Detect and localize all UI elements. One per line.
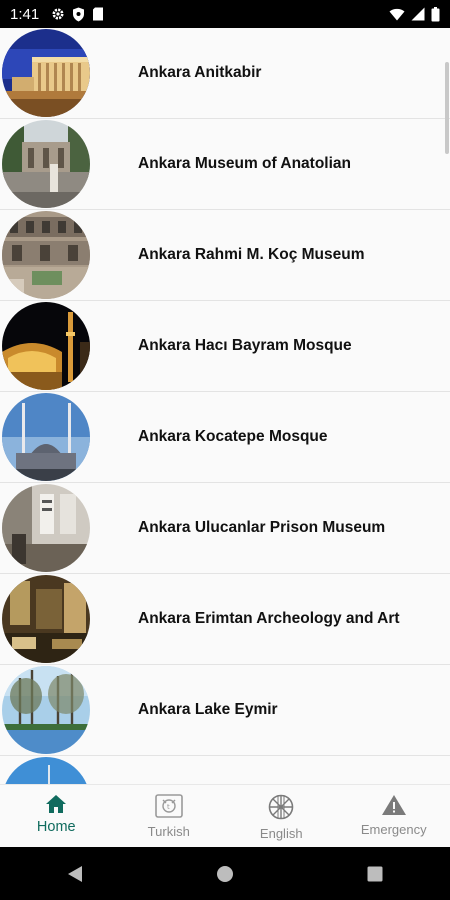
back-icon [68, 865, 82, 882]
warning-icon [381, 794, 407, 816]
partial-next-photo [2, 757, 90, 784]
erimtan-museum-photo [2, 575, 90, 663]
turkish-translate-icon: t [154, 794, 183, 818]
uk-flag-icon [268, 794, 294, 820]
recents-button[interactable] [345, 866, 405, 882]
list-item[interactable]: Ankara Museum of Anatolian [0, 119, 450, 210]
bottom-navigation: Home t Turkish English Emergency [0, 784, 450, 848]
place-title: Ankara Lake Eymir [138, 701, 278, 718]
nav-label: Home [36, 819, 76, 835]
place-title: Ankara Ulucanlar Prison Museum [138, 519, 386, 536]
list-item[interactable]: Ankara Ulucanlar Prison Museum [0, 483, 450, 574]
list-item[interactable]: Ankara Anitkabir [0, 28, 450, 119]
place-title: Ankara Kocatepe Mosque [138, 428, 328, 445]
sd-card-icon [92, 7, 104, 21]
nav-home[interactable]: Home [0, 785, 113, 848]
gear-icon [51, 7, 65, 21]
status-bar: 1:41 [0, 0, 450, 28]
anitkabir-photo [2, 29, 90, 117]
nav-label: English [259, 826, 303, 841]
places-list[interactable]: Ankara Anitkabir Ankara Museum of Anatol… [0, 28, 450, 784]
nav-emergency[interactable]: Emergency [338, 785, 450, 848]
list-item[interactable]: Ankara Kocatepe Mosque [0, 392, 450, 483]
home-icon [45, 794, 67, 814]
museum-anatolian-photo [2, 120, 90, 208]
place-title: Ankara Museum of Anatolian [138, 155, 352, 172]
home-button[interactable] [195, 865, 255, 883]
place-title: Ankara Rahmi M. Koç Museum [138, 246, 365, 263]
nav-label: Turkish [147, 824, 190, 839]
list-item[interactable] [0, 756, 450, 784]
back-button[interactable] [45, 865, 105, 883]
place-title: Ankara Erimtan Archeology and Art [138, 610, 400, 627]
wifi-icon [389, 8, 405, 21]
place-title: Ankara Anitkabir [138, 64, 262, 81]
nav-english[interactable]: English [225, 785, 338, 848]
home-circle-icon [217, 865, 233, 882]
status-time: 1:41 [10, 5, 40, 23]
signal-icon [411, 7, 425, 21]
battery-icon [431, 6, 440, 22]
scrollbar[interactable] [445, 62, 449, 154]
kocatepe-mosque-photo [2, 393, 90, 481]
list-item[interactable]: Ankara Lake Eymir [0, 665, 450, 756]
place-title: Ankara Hacı Bayram Mosque [138, 337, 352, 354]
lake-eymir-photo [2, 666, 90, 754]
list-item[interactable]: Ankara Hacı Bayram Mosque [0, 301, 450, 392]
ulucanlar-prison-photo [2, 484, 90, 572]
nav-label: Emergency [360, 822, 427, 837]
rahmi-koc-museum-photo [2, 211, 90, 299]
list-item[interactable]: Ankara Rahmi M. Koç Museum [0, 210, 450, 301]
recents-icon [367, 866, 383, 881]
svg-text:t: t [167, 803, 170, 811]
shield-icon [72, 7, 85, 22]
haci-bayram-mosque-photo [2, 302, 90, 390]
list-item[interactable]: Ankara Erimtan Archeology and Art [0, 574, 450, 665]
nav-turkish[interactable]: t Turkish [113, 785, 226, 848]
system-navigation-bar [0, 847, 450, 900]
